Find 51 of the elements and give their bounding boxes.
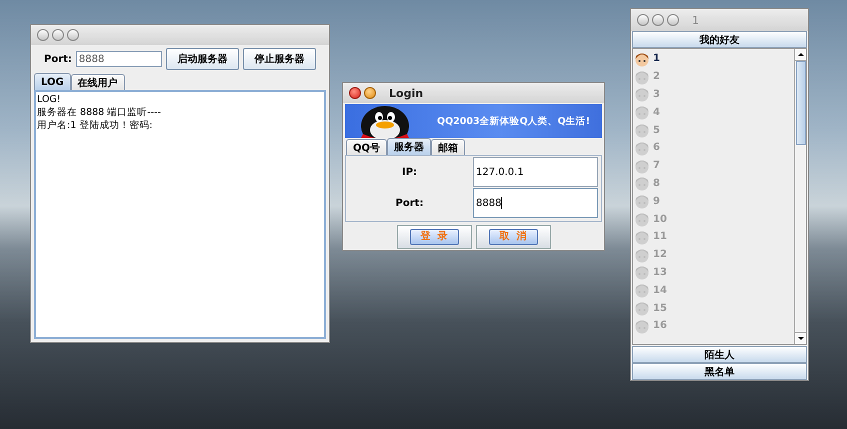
- friend-name[interactable]: 2: [653, 71, 660, 82]
- log-line: 用户名:1 登陆成功！密码:: [37, 119, 154, 132]
- server-button[interactable]: 停止服务器: [242, 48, 316, 70]
- friend-name[interactable]: 12: [653, 249, 667, 260]
- log-line: 服务器在 8888 端口监听----: [37, 106, 162, 119]
- friend-name[interactable]: 5: [653, 124, 660, 136]
- window-control-button[interactable]: [52, 29, 64, 41]
- friend-name[interactable]: 7: [653, 160, 660, 172]
- window-control-button[interactable]: [652, 14, 664, 26]
- port-input-field[interactable]: 8888: [76, 51, 162, 67]
- window-title: Login: [389, 86, 424, 100]
- window-control-button[interactable]: [364, 87, 376, 99]
- window-control-button[interactable]: [349, 87, 361, 99]
- tab[interactable]: 在线用户: [70, 74, 125, 90]
- friend-name[interactable]: 8: [653, 178, 660, 189]
- friend-name[interactable]: 15: [653, 302, 667, 314]
- friend-name[interactable]: 11: [653, 231, 667, 242]
- friend-name[interactable]: 10: [653, 214, 667, 225]
- port-label: Port:: [44, 54, 72, 64]
- friend-name[interactable]: 1: [653, 53, 660, 64]
- window-title: 1: [692, 14, 699, 26]
- scroll-thumb[interactable]: [796, 61, 806, 145]
- scrollbar[interactable]: [794, 49, 806, 344]
- banner-text: QQ2003全新体验Q人类、Q生活!: [437, 114, 590, 128]
- field-label: Port:: [394, 198, 424, 208]
- field-label: IP:: [400, 166, 418, 178]
- window-control-button[interactable]: [37, 29, 49, 41]
- friend-name[interactable]: 6: [653, 142, 660, 154]
- window-control-button[interactable]: [67, 29, 79, 41]
- dialog-button[interactable]: 登 录: [396, 225, 472, 249]
- tab[interactable]: 服务器: [387, 138, 432, 155]
- friend-name[interactable]: 3: [653, 88, 660, 100]
- log-line: LOG!: [37, 93, 62, 106]
- friend-name[interactable]: 14: [653, 284, 667, 296]
- group-header-button[interactable]: 陌生人: [632, 346, 807, 363]
- friend-name[interactable]: 16: [653, 320, 667, 332]
- group-header-button[interactable]: 黑名单: [632, 363, 807, 380]
- window-control-button[interactable]: [667, 14, 679, 26]
- window-control-button[interactable]: [637, 14, 649, 26]
- server-button[interactable]: 启动服务器: [166, 48, 239, 70]
- group-header-button[interactable]: 我的好友: [632, 31, 807, 48]
- input-field[interactable]: 8888: [473, 188, 598, 218]
- friend-name[interactable]: 9: [653, 196, 660, 207]
- log-text-area[interactable]: LOG! 服务器在 8888 端口监听---- 用户名:1 登陆成功！密码:: [34, 90, 326, 339]
- friend-name[interactable]: 4: [653, 106, 660, 118]
- friend-name[interactable]: 13: [653, 266, 667, 278]
- tab[interactable]: 邮箱: [431, 139, 466, 155]
- dialog-button[interactable]: 取 消: [476, 225, 550, 249]
- tab[interactable]: QQ号: [346, 139, 388, 155]
- input-field[interactable]: 127.0.0.1: [473, 157, 598, 187]
- tab[interactable]: LOG: [34, 73, 71, 90]
